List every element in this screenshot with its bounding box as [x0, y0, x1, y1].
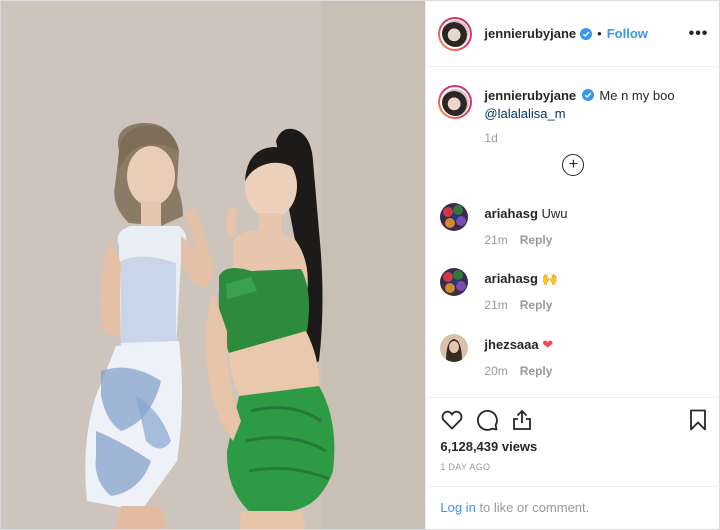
- verified-badge-icon: [581, 89, 594, 101]
- reply-button[interactable]: Reply: [520, 364, 553, 378]
- heart-icon[interactable]: [440, 408, 464, 432]
- commenter-avatar[interactable]: [440, 334, 469, 362]
- commenter-username[interactable]: jhezsaaa: [484, 337, 538, 352]
- instagram-post: jennierubyjane • Follow ••• jennierubyja…: [0, 0, 720, 530]
- commenter-username[interactable]: ariahasg: [484, 271, 537, 286]
- follow-button[interactable]: Follow: [607, 26, 648, 41]
- login-link[interactable]: Log in: [440, 500, 475, 515]
- comment-meta: 21m Reply: [484, 233, 552, 247]
- author-avatar[interactable]: [438, 16, 473, 51]
- login-prompt-text: to like or comment.: [475, 500, 590, 515]
- commenter-avatar[interactable]: [440, 203, 469, 231]
- caption-body: jennierubyjane Me n my boo @lalalalisa_m: [484, 87, 704, 123]
- comment-meta: 20m Reply: [484, 364, 552, 378]
- login-prompt: Log in to like or comment.: [426, 486, 720, 530]
- header-separator: •: [597, 26, 602, 41]
- photo-illustration: [1, 1, 426, 529]
- caption-text: Me n my boo: [599, 88, 675, 103]
- reply-button[interactable]: Reply: [520, 233, 553, 247]
- commenter-username[interactable]: ariahasg: [484, 206, 537, 221]
- bookmark-icon[interactable]: [686, 408, 710, 432]
- author-username[interactable]: jennierubyjane: [484, 26, 576, 41]
- caption-mention[interactable]: @lalalalisa_m: [484, 106, 565, 121]
- caption-avatar[interactable]: [438, 85, 473, 119]
- post-photo[interactable]: [1, 1, 426, 529]
- comment-text: ❤: [542, 337, 554, 352]
- verified-badge-icon: [580, 27, 593, 40]
- action-icons: [440, 408, 710, 432]
- comment-text: 🙌: [541, 271, 558, 286]
- post-date[interactable]: 1 DAY AGO: [440, 462, 490, 472]
- post-sidebar: jennierubyjane • Follow ••• jennierubyja…: [425, 1, 720, 529]
- add-circle-icon[interactable]: +: [562, 154, 585, 176]
- comment-time[interactable]: 21m: [484, 298, 507, 312]
- share-icon[interactable]: [510, 408, 534, 432]
- comment-meta: 21m Reply: [484, 298, 552, 312]
- view-count[interactable]: 6,128,439 views: [440, 439, 537, 454]
- comment-icon[interactable]: [475, 408, 499, 432]
- comment-time[interactable]: 20m: [484, 364, 507, 378]
- comment-text-row: ariahasg 🙌: [484, 271, 557, 287]
- comment-text: Uwu: [541, 206, 568, 221]
- comment-text-row: jhezsaaa ❤: [484, 337, 553, 353]
- reply-button[interactable]: Reply: [520, 298, 553, 312]
- caption-username[interactable]: jennierubyjane: [484, 88, 576, 103]
- post-header: jennierubyjane • Follow •••: [426, 1, 720, 67]
- post-actions: 6,128,439 views 1 DAY AGO Log in to like…: [426, 397, 720, 529]
- more-options-icon[interactable]: •••: [689, 25, 709, 43]
- comment-time[interactable]: 21m: [484, 233, 507, 247]
- commenter-avatar[interactable]: [440, 268, 469, 296]
- comment-text-row: ariahasg Uwu: [484, 206, 567, 221]
- caption-timestamp[interactable]: 1d: [484, 131, 497, 145]
